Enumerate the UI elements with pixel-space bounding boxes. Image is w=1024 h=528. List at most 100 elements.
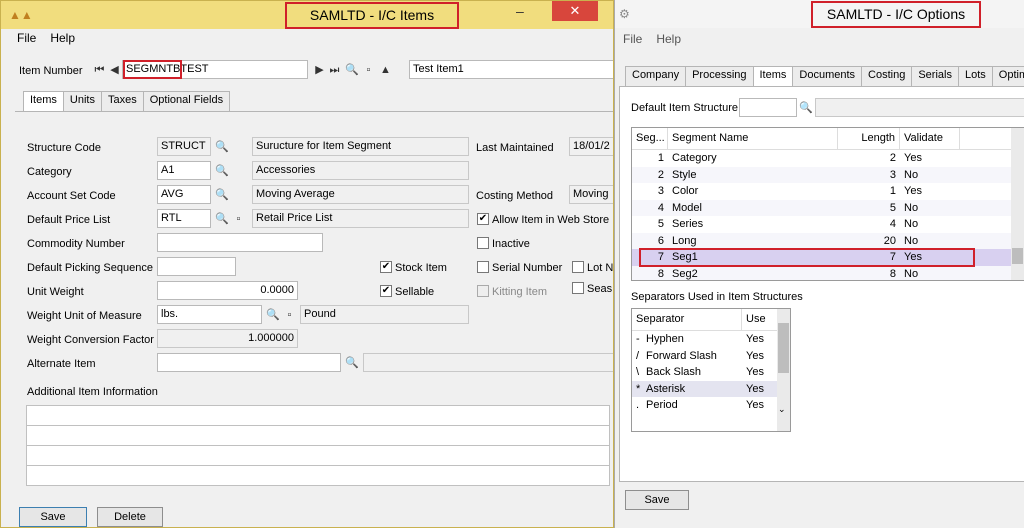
first-record-icon[interactable]: ⏮ bbox=[93, 63, 106, 77]
tab-taxes[interactable]: Taxes bbox=[100, 91, 144, 111]
col-length[interactable]: Length bbox=[838, 128, 900, 149]
segment-cell-seg: 3 bbox=[657, 185, 664, 197]
save-button[interactable]: Save bbox=[625, 490, 689, 510]
separator-symbol: - bbox=[636, 333, 640, 345]
commodity-input[interactable] bbox=[157, 233, 323, 252]
separator-use: Yes bbox=[746, 349, 764, 362]
inactive-checkbox[interactable] bbox=[477, 237, 489, 249]
account-set-input[interactable]: AVG bbox=[157, 185, 211, 204]
default-structure-input[interactable] bbox=[739, 98, 797, 117]
table-row[interactable]: 2 Style 3 No bbox=[632, 166, 1024, 183]
table-row[interactable]: 5 Series 4 No bbox=[632, 216, 1024, 233]
col-segment-name[interactable]: Segment Name bbox=[668, 128, 838, 149]
additional-info-line-1[interactable] bbox=[26, 405, 610, 426]
category-input[interactable]: A1 bbox=[157, 161, 211, 180]
col-separator[interactable]: Separator bbox=[632, 309, 742, 330]
new-document-icon[interactable]: ▫ bbox=[283, 308, 296, 322]
tab-lots[interactable]: Lots bbox=[957, 66, 993, 86]
table-row[interactable]: 1 Category 2 Yes bbox=[632, 150, 1024, 167]
table-row[interactable]: 3 Color 1 Yes bbox=[632, 183, 1024, 200]
default-structure-desc bbox=[815, 98, 1024, 117]
allow-web-checkbox[interactable]: ✔ bbox=[477, 213, 489, 225]
unit-weight-input[interactable]: 0.0000 bbox=[157, 281, 298, 300]
search-icon[interactable]: 🔍 bbox=[345, 356, 359, 370]
price-list-desc-field: Retail Price List bbox=[252, 209, 469, 228]
menu-help[interactable]: Help bbox=[654, 30, 683, 48]
separator-symbol: * bbox=[636, 382, 641, 395]
tab-costing[interactable]: Costing bbox=[861, 66, 913, 86]
segment-cell-validate: No bbox=[904, 168, 919, 181]
tab-units[interactable]: Units bbox=[62, 91, 102, 111]
search-icon[interactable]: 🔍 bbox=[215, 212, 229, 226]
tab-optimizer[interactable]: Optimizer bbox=[991, 66, 1024, 86]
chevron-down-icon[interactable]: ⌄ bbox=[778, 404, 786, 415]
serial-number-checkbox[interactable] bbox=[477, 261, 489, 273]
segment-cell-validate: Yes bbox=[904, 185, 922, 197]
search-icon[interactable]: 🔍 bbox=[345, 63, 359, 77]
alternate-item-desc-field bbox=[363, 353, 613, 372]
table-row[interactable]: - Hyphen Yes bbox=[632, 331, 790, 348]
segments-scrollbar[interactable] bbox=[1011, 128, 1024, 280]
scroll-thumb[interactable] bbox=[778, 323, 789, 373]
segment-cell-validate: No bbox=[904, 267, 919, 280]
sellable-checkbox[interactable]: ✔ bbox=[380, 285, 392, 297]
col-seg[interactable]: Seg... bbox=[632, 128, 668, 149]
options-tabs: Company Processing Items Documents Costi… bbox=[625, 66, 1024, 87]
lot-checkbox[interactable] bbox=[572, 261, 584, 273]
additional-info-line-2[interactable] bbox=[26, 425, 610, 446]
minimize-icon[interactable]: – bbox=[516, 3, 524, 19]
search-icon[interactable]: 🔍 bbox=[215, 188, 229, 202]
stock-item-checkbox[interactable]: ✔ bbox=[380, 261, 392, 273]
table-row[interactable]: 4 Model 5 No bbox=[632, 199, 1024, 216]
separator-symbol: . bbox=[636, 399, 640, 411]
table-row[interactable]: * Asterisk Yes bbox=[632, 380, 790, 397]
table-row[interactable]: 6 Long 20 No bbox=[632, 232, 1024, 249]
additional-info-line-4[interactable] bbox=[26, 465, 610, 486]
segment-cell-length: 4 bbox=[889, 218, 896, 230]
tab-processing[interactable]: Processing bbox=[685, 66, 754, 86]
alternate-item-input[interactable] bbox=[157, 353, 341, 372]
stock-item-label: Stock Item bbox=[395, 262, 447, 274]
search-icon[interactable]: 🔍 bbox=[799, 101, 813, 115]
search-icon[interactable]: 🔍 bbox=[215, 164, 229, 178]
default-structure-label: Default Item Structure bbox=[631, 102, 738, 114]
tab-documents[interactable]: Documents bbox=[792, 66, 863, 86]
save-button[interactable]: Save bbox=[19, 507, 87, 527]
tab-serials[interactable]: Serials bbox=[911, 66, 959, 86]
table-row[interactable]: 8 Seg2 8 No bbox=[632, 265, 1024, 280]
inactive-label: Inactive bbox=[492, 238, 530, 250]
tab-items[interactable]: Items bbox=[752, 66, 794, 87]
col-validate[interactable]: Validate bbox=[900, 128, 960, 149]
price-list-input[interactable]: RTL bbox=[157, 209, 211, 228]
new-document-icon[interactable]: ▫ bbox=[232, 212, 245, 226]
scroll-thumb[interactable] bbox=[1012, 248, 1023, 264]
picking-seq-input[interactable] bbox=[157, 257, 236, 276]
segment-cell-name: Color bbox=[672, 185, 699, 197]
menu-file[interactable]: File bbox=[621, 30, 644, 48]
seasonal-checkbox[interactable] bbox=[572, 282, 584, 294]
last-record-icon[interactable]: ⏭ bbox=[328, 63, 341, 77]
items-menu-bar: File Help bbox=[1, 29, 77, 47]
zoom-icon[interactable]: ▲ bbox=[379, 63, 392, 77]
table-row[interactable]: \ Back Slash Yes bbox=[632, 364, 790, 381]
item-description-input[interactable]: Test Item1 bbox=[409, 60, 613, 79]
new-document-icon[interactable]: ▫ bbox=[362, 63, 375, 77]
table-row[interactable]: / Forward Slash Yes bbox=[632, 347, 790, 364]
col-use[interactable]: Use bbox=[742, 309, 782, 330]
previous-record-icon[interactable]: ◀ bbox=[108, 63, 121, 77]
options-title-bar: ⚙ SAMLTD - I/C Options bbox=[615, 0, 1024, 28]
menu-file[interactable]: File bbox=[15, 29, 38, 47]
close-icon[interactable]: ✕ bbox=[552, 1, 598, 21]
separators-scrollbar[interactable]: ⌄ bbox=[777, 309, 790, 431]
menu-help[interactable]: Help bbox=[48, 29, 77, 47]
tab-company[interactable]: Company bbox=[625, 66, 687, 86]
search-icon[interactable]: 🔍 bbox=[266, 308, 280, 322]
delete-button[interactable]: Delete bbox=[97, 507, 163, 527]
tab-optional-fields[interactable]: Optional Fields bbox=[142, 91, 231, 111]
table-row[interactable]: . Period Yes bbox=[632, 397, 790, 414]
weight-uom-input[interactable]: lbs. bbox=[157, 305, 262, 324]
tab-items[interactable]: Items bbox=[23, 91, 64, 112]
additional-info-label: Additional Item Information bbox=[27, 386, 158, 398]
next-record-icon[interactable]: ▶ bbox=[313, 63, 326, 77]
additional-info-line-3[interactable] bbox=[26, 445, 610, 466]
